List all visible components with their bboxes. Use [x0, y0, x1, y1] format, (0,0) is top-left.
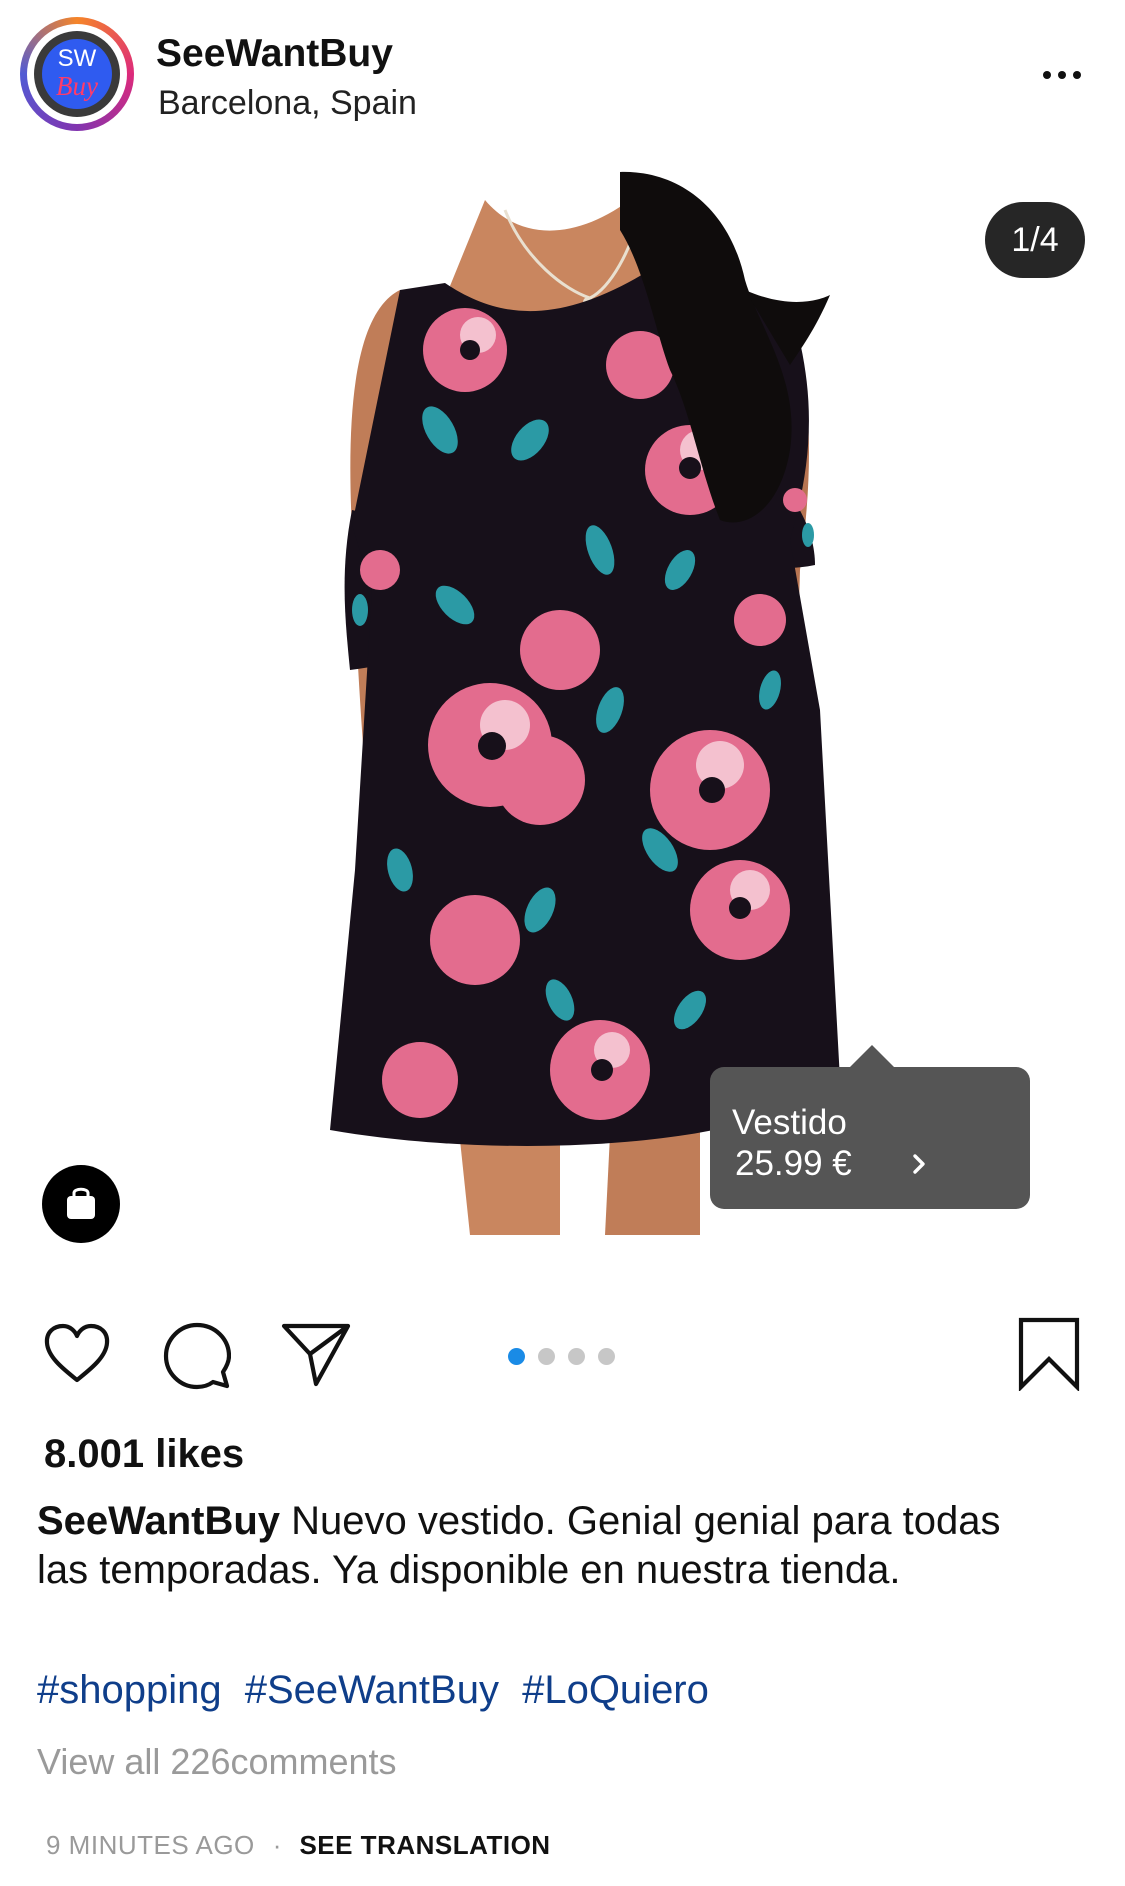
post-header: SW Buy SeeWantBuy Barcelona, Spain	[0, 0, 1125, 150]
product-tag-name: Vestido	[732, 1103, 847, 1142]
more-horizontal-icon-dot	[1073, 71, 1081, 79]
like-button[interactable]	[42, 1322, 112, 1386]
carousel-indicator	[508, 1348, 615, 1365]
carousel-dot-active	[508, 1348, 525, 1365]
hashtag-link[interactable]: #shopping	[37, 1668, 222, 1712]
save-button[interactable]	[1017, 1317, 1081, 1393]
share-button[interactable]	[280, 1322, 352, 1388]
likes-count[interactable]: 8.001 likes	[44, 1430, 244, 1478]
post-caption: SeeWantBuy Nuevo vestido. Genial genial …	[37, 1497, 1037, 1595]
view-all-comments-link[interactable]: View all 226comments	[37, 1740, 397, 1784]
bookmark-icon	[1018, 1317, 1080, 1393]
post-location[interactable]: Barcelona, Spain	[158, 83, 417, 123]
shopping-bag-icon	[67, 1187, 95, 1219]
product-tag[interactable]: Vestido 25.99 €	[710, 1045, 1030, 1209]
caption-username[interactable]: SeeWantBuy	[37, 1499, 280, 1543]
avatar-logo-line1: SW	[57, 45, 97, 72]
post-username[interactable]: SeeWantBuy	[156, 32, 393, 76]
shop-button[interactable]	[42, 1165, 120, 1243]
post-timestamp: 9 MINUTES AGO	[46, 1830, 255, 1860]
product-tag-price: 25.99 €	[735, 1144, 852, 1183]
avatar-logo-line2: Buy	[56, 71, 98, 101]
comment-button[interactable]	[163, 1322, 232, 1390]
heart-icon	[44, 1323, 110, 1383]
chevron-right-icon	[913, 1154, 925, 1174]
avatar[interactable]: SW Buy	[20, 17, 134, 131]
hashtags: #shopping #SeeWantBuy #LoQuiero	[37, 1666, 721, 1714]
hashtag-link[interactable]: #LoQuiero	[522, 1668, 709, 1712]
carousel-dot	[568, 1348, 585, 1365]
avatar-logo: SW Buy	[42, 39, 112, 109]
carousel-dot	[598, 1348, 615, 1365]
avatar-border: SW Buy	[27, 24, 127, 124]
send-icon	[281, 1323, 351, 1387]
more-options-button[interactable]	[1030, 55, 1094, 95]
footer-separator: ·	[272, 1830, 282, 1860]
comment-icon	[163, 1322, 232, 1390]
more-horizontal-icon	[1043, 71, 1051, 79]
instagram-post: SW Buy SeeWantBuy Barcelona, Spain 1/4 V…	[0, 0, 1125, 1886]
carousel-dot	[538, 1348, 555, 1365]
post-footer: 9 MINUTES AGO · SEE TRANSLATION	[46, 1829, 551, 1861]
more-horizontal-icon-dot	[1058, 71, 1066, 79]
hashtag-link[interactable]: #SeeWantBuy	[245, 1668, 499, 1712]
avatar-background: SW Buy	[34, 31, 120, 117]
see-translation-button[interactable]: SEE TRANSLATION	[299, 1829, 550, 1861]
image-counter-badge: 1/4	[985, 202, 1085, 278]
